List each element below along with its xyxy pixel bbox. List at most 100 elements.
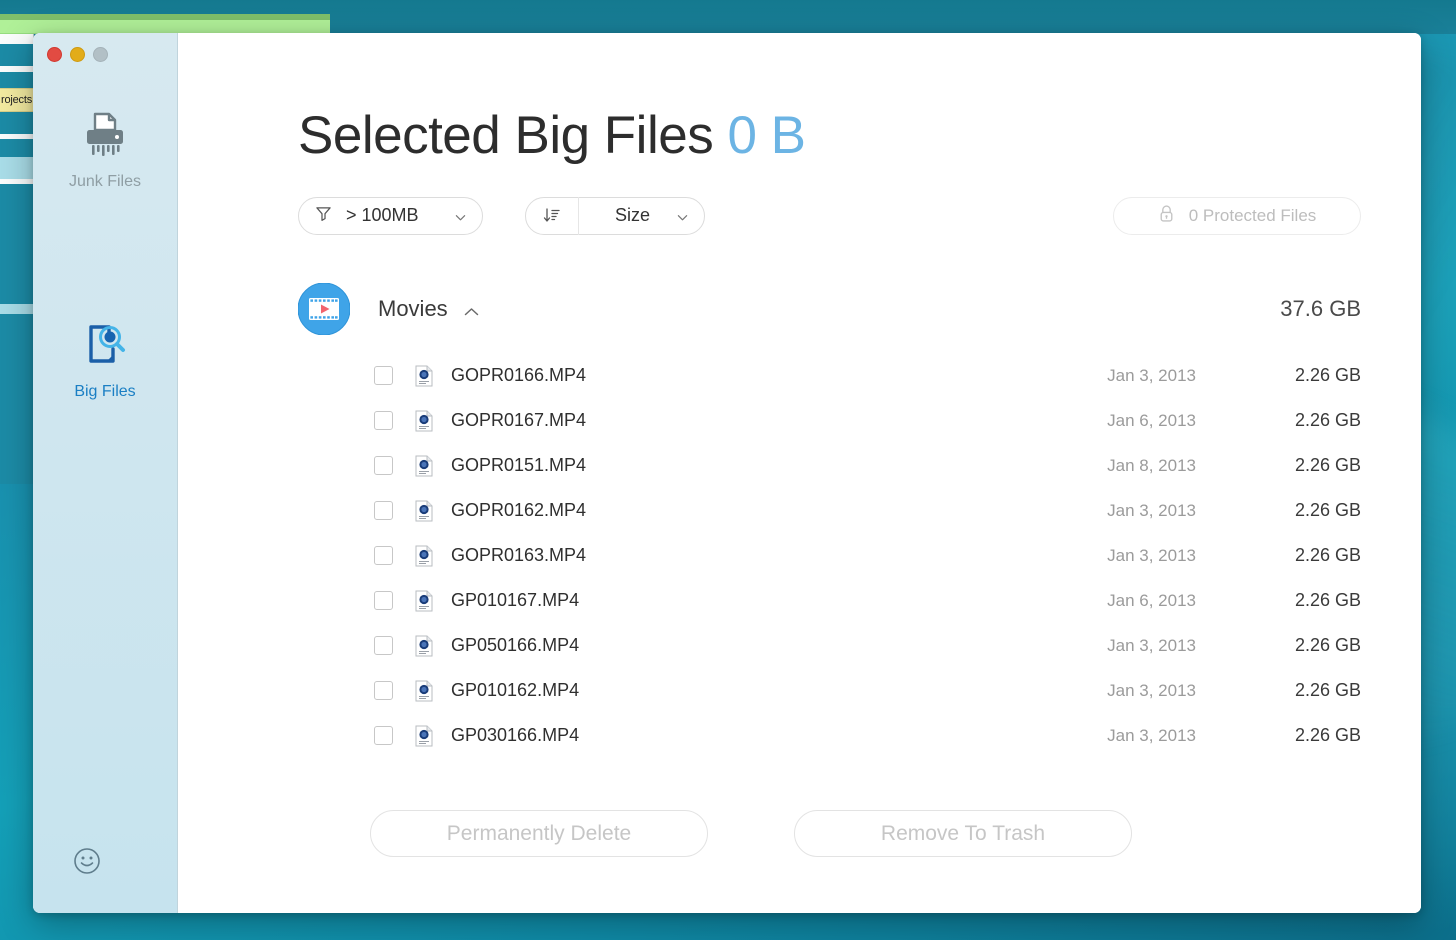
file-checkbox[interactable]: [374, 546, 393, 565]
minimize-button[interactable]: [70, 47, 85, 62]
table-row[interactable]: GOPR0163.MP4 Jan 3, 2013 2.26 GB: [298, 533, 1361, 578]
chevron-down-icon: [455, 210, 466, 221]
file-name: GP050166.MP4: [451, 635, 580, 655]
file-date: Jan 6, 2013: [1107, 590, 1196, 610]
zoom-button[interactable]: [93, 47, 108, 62]
window-controls: [33, 33, 177, 62]
action-buttons: Permanently Delete Remove To Trash: [298, 810, 1361, 857]
file-name: GOPR0167.MP4: [451, 410, 587, 430]
file-date: Jan 3, 2013: [1107, 680, 1196, 700]
video-file-icon: [415, 680, 433, 702]
file-checkbox[interactable]: [374, 636, 393, 655]
bg-stripe: [0, 157, 33, 179]
group-header-movies[interactable]: Movies 37.6 GB: [297, 282, 1361, 336]
file-size: 2.26 GB: [1294, 545, 1361, 565]
file-checkbox[interactable]: [374, 591, 393, 610]
file-date: Jan 6, 2013: [1107, 410, 1196, 430]
video-file-icon: [415, 455, 433, 477]
main-content: Selected Big Files 0 B > 100MB Size 0 Pr…: [178, 33, 1421, 913]
file-checkbox[interactable]: [374, 411, 393, 430]
sort-value: Size: [615, 205, 651, 225]
desktop-background: rojects Junk Files Big Files Selected Bi…: [0, 0, 1456, 940]
file-checkbox[interactable]: [374, 681, 393, 700]
bg-stripe: [0, 34, 33, 44]
file-date: Jan 3, 2013: [1107, 635, 1196, 655]
file-date: Jan 3, 2013: [1107, 725, 1196, 745]
funnel-icon: [315, 205, 332, 227]
green-bar-top-edge: [0, 14, 330, 20]
file-size: 2.26 GB: [1294, 455, 1361, 475]
file-checkbox[interactable]: [374, 726, 393, 745]
file-name: GOPR0151.MP4: [451, 455, 587, 475]
group-name: Movies: [378, 296, 448, 321]
table-row[interactable]: GP010162.MP4 Jan 3, 2013 2.26 GB: [298, 668, 1361, 713]
bg-stripe: [0, 314, 33, 484]
sidebar-item-big-files[interactable]: Big Files: [33, 315, 177, 401]
close-button[interactable]: [47, 47, 62, 62]
file-size: 2.26 GB: [1294, 590, 1361, 610]
sort-dropdown[interactable]: Size: [525, 196, 705, 235]
table-row[interactable]: GP050166.MP4 Jan 3, 2013 2.26 GB: [298, 623, 1361, 668]
file-date: Jan 3, 2013: [1107, 500, 1196, 520]
video-file-icon: [415, 635, 433, 657]
controls-row: > 100MB Size 0 Protected Files: [298, 196, 1361, 235]
file-size: 2.26 GB: [1294, 680, 1361, 700]
page-title: Selected Big Files 0 B: [298, 105, 1361, 166]
page-title-text: Selected Big Files: [298, 106, 714, 165]
filter-value: > 100MB: [346, 205, 419, 225]
file-name: GP010162.MP4: [451, 680, 580, 700]
file-name: GOPR0163.MP4: [451, 545, 587, 565]
file-list: GOPR0166.MP4 Jan 3, 2013 2.26 GB GOPR0167.M…: [298, 353, 1361, 758]
file-checkbox[interactable]: [374, 366, 393, 385]
smiley-icon[interactable]: [73, 847, 101, 875]
video-file-icon: [415, 500, 433, 522]
app-window: Junk Files Big Files Selected Big Files …: [33, 33, 1421, 913]
table-row[interactable]: GOPR0151.MP4 Jan 8, 2013 2.26 GB: [298, 443, 1361, 488]
table-row[interactable]: GOPR0166.MP4 Jan 3, 2013 2.26 GB: [298, 353, 1361, 398]
file-date: Jan 3, 2013: [1107, 365, 1196, 385]
video-file-icon: [415, 590, 433, 612]
sort-divider: [578, 196, 579, 235]
bg-stripe: [0, 112, 33, 134]
file-name: GP010167.MP4: [451, 590, 580, 610]
group-size: 37.6 GB: [1280, 296, 1361, 321]
shredder-icon: [33, 105, 177, 167]
file-name: GOPR0166.MP4: [451, 365, 587, 385]
protected-files-label: 0 Protected Files: [1188, 205, 1317, 225]
sort-descending-icon: [526, 207, 578, 225]
protected-files-badge[interactable]: 0 Protected Files: [1113, 196, 1361, 235]
file-name: GP030166.MP4: [451, 725, 580, 745]
filter-dropdown[interactable]: > 100MB: [298, 196, 483, 235]
sidebar-item-junk-files[interactable]: Junk Files: [33, 105, 177, 191]
table-row[interactable]: GOPR0162.MP4 Jan 3, 2013 2.26 GB: [298, 488, 1361, 533]
file-checkbox[interactable]: [374, 501, 393, 520]
sidebar: Junk Files Big Files: [33, 33, 178, 913]
sidebar-item-label-big-files: Big Files: [74, 383, 136, 400]
remove-to-trash-button[interactable]: Remove To Trash: [794, 810, 1132, 857]
table-row[interactable]: GP010167.MP4 Jan 6, 2013 2.26 GB: [298, 578, 1361, 623]
sidebar-item-label-junk-files: Junk Files: [68, 173, 142, 190]
selected-size-value: 0 B: [727, 106, 806, 165]
bg-stripe: [0, 72, 33, 88]
bg-stripe: [0, 184, 33, 304]
lock-icon: [1158, 204, 1175, 228]
file-size: 2.26 GB: [1294, 725, 1361, 745]
file-checkbox[interactable]: [374, 456, 393, 475]
background-window-selected-row[interactable]: rojects: [0, 88, 33, 112]
chevron-up-icon[interactable]: [464, 304, 479, 316]
file-size: 2.26 GB: [1294, 410, 1361, 430]
green-highlight-bar: [0, 14, 330, 34]
video-file-icon: [415, 365, 433, 387]
table-row[interactable]: GOPR0167.MP4 Jan 6, 2013 2.26 GB: [298, 398, 1361, 443]
file-size: 2.26 GB: [1294, 635, 1361, 655]
background-window[interactable]: rojects: [0, 14, 34, 484]
video-file-icon: [415, 545, 433, 567]
file-size: 2.26 GB: [1294, 500, 1361, 520]
video-file-icon: [415, 410, 433, 432]
bg-stripe: [0, 139, 33, 157]
bg-stripe: [0, 304, 33, 314]
bg-stripe: [0, 44, 33, 66]
table-row[interactable]: GP030166.MP4 Jan 3, 2013 2.26 GB: [298, 713, 1361, 758]
permanently-delete-button[interactable]: Permanently Delete: [370, 810, 708, 857]
video-file-icon: [415, 725, 433, 747]
